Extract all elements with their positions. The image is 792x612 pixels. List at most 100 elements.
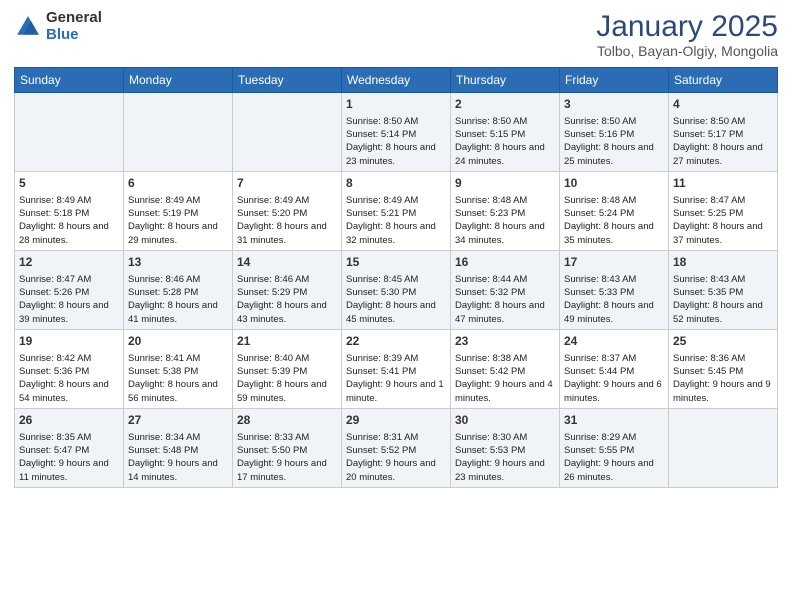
cell-text-line: Sunset: 5:44 PM: [564, 365, 664, 378]
cell-text-line: Sunrise: 8:29 AM: [564, 431, 664, 444]
day-number: 29: [346, 412, 446, 429]
table-cell: 16 Sunrise: 8:44 AMSunset: 5:32 PMDayligh…: [451, 250, 560, 329]
cell-text-line: Sunrise: 8:50 AM: [346, 115, 446, 128]
title-block: January 2025 Tolbo, Bayan-Olgiy, Mongoli…: [596, 10, 778, 59]
cell-text-line: Sunrise: 8:50 AM: [673, 115, 773, 128]
day-number: 4: [673, 96, 773, 113]
cell-text-line: Sunrise: 8:44 AM: [455, 273, 555, 286]
cell-text-line: Sunrise: 8:31 AM: [346, 431, 446, 444]
cell-text-line: Sunrise: 8:39 AM: [346, 352, 446, 365]
table-cell: 18Sunrise: 8:43 AMSunset: 5:35 PMDayligh…: [669, 250, 778, 329]
logo-general-text: General: [46, 10, 102, 27]
cell-text-line: Sunset: 5:32 PM: [455, 286, 555, 299]
day-number: 19: [19, 333, 119, 350]
table-cell: [669, 408, 778, 487]
header: General Blue January 2025 Tolbo, Bayan-O…: [14, 10, 778, 59]
cell-text-line: Sunset: 5:17 PM: [673, 128, 773, 141]
table-cell: 11Sunrise: 8:47 AMSunset: 5:25 PMDayligh…: [669, 171, 778, 250]
day-number: 17: [564, 254, 664, 271]
cell-text-line: Sunrise: 8:38 AM: [455, 352, 555, 365]
cell-text-line: Daylight: 8 hours and 24 minutes.: [455, 141, 555, 168]
table-cell: 2Sunrise: 8:50 AMSunset: 5:15 PMDaylight…: [451, 93, 560, 172]
cell-text-line: Daylight: 9 hours and 14 minutes.: [128, 457, 228, 484]
calendar-week-row: 26Sunrise: 8:35 AMSunset: 5:47 PMDayligh…: [15, 408, 778, 487]
cell-text-line: Sunset: 5:28 PM: [128, 286, 228, 299]
col-tuesday: Tuesday: [233, 68, 342, 93]
cell-text-line: Sunrise: 8:49 AM: [19, 194, 119, 207]
cell-text-line: Daylight: 9 hours and 20 minutes.: [346, 457, 446, 484]
logo-text: General Blue: [46, 10, 102, 43]
day-number: 8: [346, 175, 446, 192]
cell-text-line: Sunset: 5:41 PM: [346, 365, 446, 378]
day-number: 12: [19, 254, 119, 271]
table-cell: 5Sunrise: 8:49 AMSunset: 5:18 PMDaylight…: [15, 171, 124, 250]
table-cell: 24Sunrise: 8:37 AMSunset: 5:44 PMDayligh…: [560, 329, 669, 408]
cell-text-line: Sunset: 5:35 PM: [673, 286, 773, 299]
cell-text-line: Daylight: 9 hours and 11 minutes.: [19, 457, 119, 484]
cell-text-line: Sunrise: 8:43 AM: [673, 273, 773, 286]
day-number: 1: [346, 96, 446, 113]
calendar-header-row: Sunday Monday Tuesday Wednesday Thursday…: [15, 68, 778, 93]
cell-text-line: Daylight: 8 hours and 47 minutes.: [455, 299, 555, 326]
cell-text-line: Daylight: 9 hours and 9 minutes.: [673, 378, 773, 405]
cell-text-line: Sunrise: 8:40 AM: [237, 352, 337, 365]
calendar-week-row: 19Sunrise: 8:42 AMSunset: 5:36 PMDayligh…: [15, 329, 778, 408]
table-cell: 7Sunrise: 8:49 AMSunset: 5:20 PMDaylight…: [233, 171, 342, 250]
table-cell: 30Sunrise: 8:30 AMSunset: 5:53 PMDayligh…: [451, 408, 560, 487]
cell-text-line: Sunrise: 8:36 AM: [673, 352, 773, 365]
cell-text-line: Daylight: 9 hours and 6 minutes.: [564, 378, 664, 405]
cell-text-line: Daylight: 8 hours and 28 minutes.: [19, 220, 119, 247]
cell-text-line: Daylight: 8 hours and 27 minutes.: [673, 141, 773, 168]
cell-text-line: Sunset: 5:38 PM: [128, 365, 228, 378]
cell-text-line: Sunset: 5:47 PM: [19, 444, 119, 457]
day-number: 5: [19, 175, 119, 192]
cell-text-line: Daylight: 8 hours and 37 minutes.: [673, 220, 773, 247]
table-cell: 1Sunrise: 8:50 AMSunset: 5:14 PMDaylight…: [342, 93, 451, 172]
calendar-week-row: 12Sunrise: 8:47 AMSunset: 5:26 PMDayligh…: [15, 250, 778, 329]
cell-text-line: Daylight: 8 hours and 54 minutes.: [19, 378, 119, 405]
day-number: 23: [455, 333, 555, 350]
table-cell: 4 Sunrise: 8:50 AMSunset: 5:17 PMDaylight…: [669, 93, 778, 172]
table-cell: 15Sunrise: 8:45 AMSunset: 5:30 PMDayligh…: [342, 250, 451, 329]
col-thursday: Thursday: [451, 68, 560, 93]
table-cell: 19Sunrise: 8:42 AMSunset: 5:36 PMDayligh…: [15, 329, 124, 408]
day-number: 16: [455, 254, 555, 271]
cell-text-line: Sunrise: 8:34 AM: [128, 431, 228, 444]
day-number: 24: [564, 333, 664, 350]
cell-text-line: Sunset: 5:52 PM: [346, 444, 446, 457]
cell-text-line: Sunset: 5:30 PM: [346, 286, 446, 299]
cell-text-line: Sunset: 5:26 PM: [19, 286, 119, 299]
col-monday: Monday: [124, 68, 233, 93]
table-cell: 28Sunrise: 8:33 AMSunset: 5:50 PMDayligh…: [233, 408, 342, 487]
col-sunday: Sunday: [15, 68, 124, 93]
table-cell: 14Sunrise: 8:46 AMSunset: 5:29 PMDayligh…: [233, 250, 342, 329]
cell-text-line: Daylight: 8 hours and 29 minutes.: [128, 220, 228, 247]
day-number: 21: [237, 333, 337, 350]
cell-text-line: Sunrise: 8:46 AM: [128, 273, 228, 286]
cell-text-line: Sunrise: 8:50 AM: [564, 115, 664, 128]
table-cell: 21Sunrise: 8:40 AMSunset: 5:39 PMDayligh…: [233, 329, 342, 408]
calendar-table: Sunday Monday Tuesday Wednesday Thursday…: [14, 67, 778, 488]
day-number: 6: [128, 175, 228, 192]
cell-text-line: Sunset: 5:19 PM: [128, 207, 228, 220]
cell-text-line: Daylight: 8 hours and 31 minutes.: [237, 220, 337, 247]
day-number: 25: [673, 333, 773, 350]
calendar-week-row: 5Sunrise: 8:49 AMSunset: 5:18 PMDaylight…: [15, 171, 778, 250]
cell-text-line: Sunset: 5:21 PM: [346, 207, 446, 220]
cell-text-line: Daylight: 8 hours and 35 minutes.: [564, 220, 664, 247]
cell-text-line: Sunrise: 8:30 AM: [455, 431, 555, 444]
cell-text-line: Daylight: 8 hours and 45 minutes.: [346, 299, 446, 326]
page: General Blue January 2025 Tolbo, Bayan-O…: [0, 0, 792, 612]
col-friday: Friday: [560, 68, 669, 93]
cell-text-line: Sunrise: 8:49 AM: [237, 194, 337, 207]
cell-text-line: Sunset: 5:29 PM: [237, 286, 337, 299]
calendar-week-row: 1Sunrise: 8:50 AMSunset: 5:14 PMDaylight…: [15, 93, 778, 172]
cell-text-line: Daylight: 9 hours and 1 minute.: [346, 378, 446, 405]
cell-text-line: Sunrise: 8:33 AM: [237, 431, 337, 444]
cell-text-line: Sunset: 5:48 PM: [128, 444, 228, 457]
table-cell: 10Sunrise: 8:48 AMSunset: 5:24 PMDayligh…: [560, 171, 669, 250]
day-number: 31: [564, 412, 664, 429]
table-cell: [124, 93, 233, 172]
cell-text-line: Daylight: 8 hours and 39 minutes.: [19, 299, 119, 326]
day-number: 26: [19, 412, 119, 429]
